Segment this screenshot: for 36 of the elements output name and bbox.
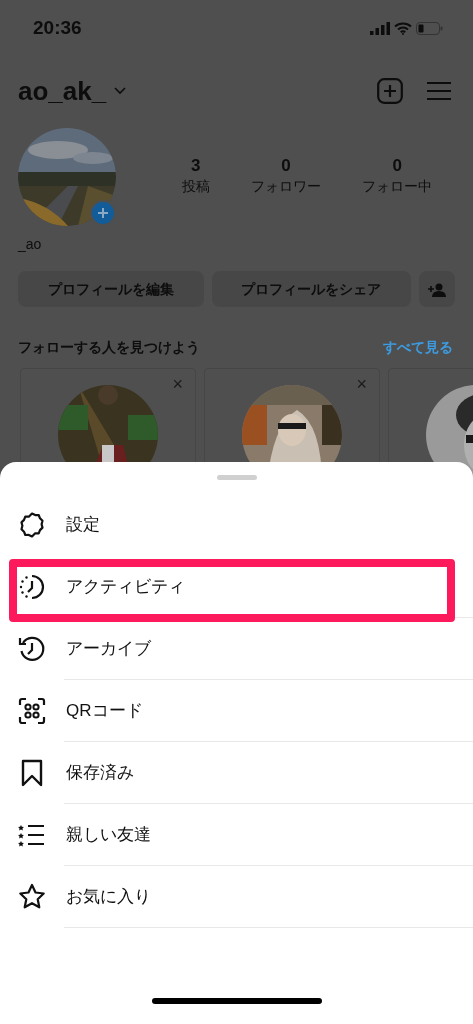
menu-item[interactable]: 保存済み — [0, 742, 473, 804]
battery-icon — [416, 21, 443, 35]
menu-icon[interactable] — [427, 81, 451, 101]
add-person-button[interactable] — [419, 271, 455, 307]
display-name: _ao — [18, 236, 42, 252]
activity-clock-icon — [18, 573, 46, 601]
status-time: 20:36 — [33, 15, 82, 40]
history-icon — [18, 635, 46, 663]
menu-item[interactable]: アクティビティ — [0, 556, 473, 618]
share-profile-button[interactable]: プロフィールをシェア — [211, 271, 411, 307]
qr-code-icon — [18, 697, 46, 725]
see-all-link[interactable]: すべて見る — [383, 337, 453, 358]
username[interactable]: ao_ak_ — [18, 71, 107, 111]
plus-icon — [97, 207, 109, 219]
chevron-down-icon[interactable] — [114, 87, 127, 95]
add-person-icon — [428, 282, 446, 297]
menu-item[interactable]: 親しい友達 — [0, 804, 473, 866]
menu-item[interactable]: お気に入り — [0, 866, 473, 928]
new-post-icon[interactable] — [377, 78, 403, 104]
edit-profile-button[interactable]: プロフィールを編集 — [18, 271, 204, 307]
stat-count: 0 — [392, 157, 403, 176]
section-title: フォローする人を見つけよう — [18, 338, 200, 357]
close-button[interactable]: × — [172, 375, 183, 393]
wifi-icon — [394, 21, 412, 35]
menu-item[interactable]: 設定 — [0, 494, 473, 556]
star-icon — [18, 883, 46, 911]
menu-item[interactable]: QRコード — [0, 680, 473, 742]
stat-label[interactable]: 投稿 — [181, 175, 210, 197]
gear-icon — [18, 511, 46, 539]
close-button[interactable]: × — [356, 375, 367, 393]
stat-count: 0 — [281, 157, 291, 176]
stat-count: 3 — [190, 157, 201, 176]
signal-icon — [370, 21, 390, 35]
add-story-button[interactable] — [90, 200, 116, 226]
drag-handle[interactable] — [216, 475, 257, 480]
menu-item[interactable]: アーカイブ — [0, 618, 473, 680]
